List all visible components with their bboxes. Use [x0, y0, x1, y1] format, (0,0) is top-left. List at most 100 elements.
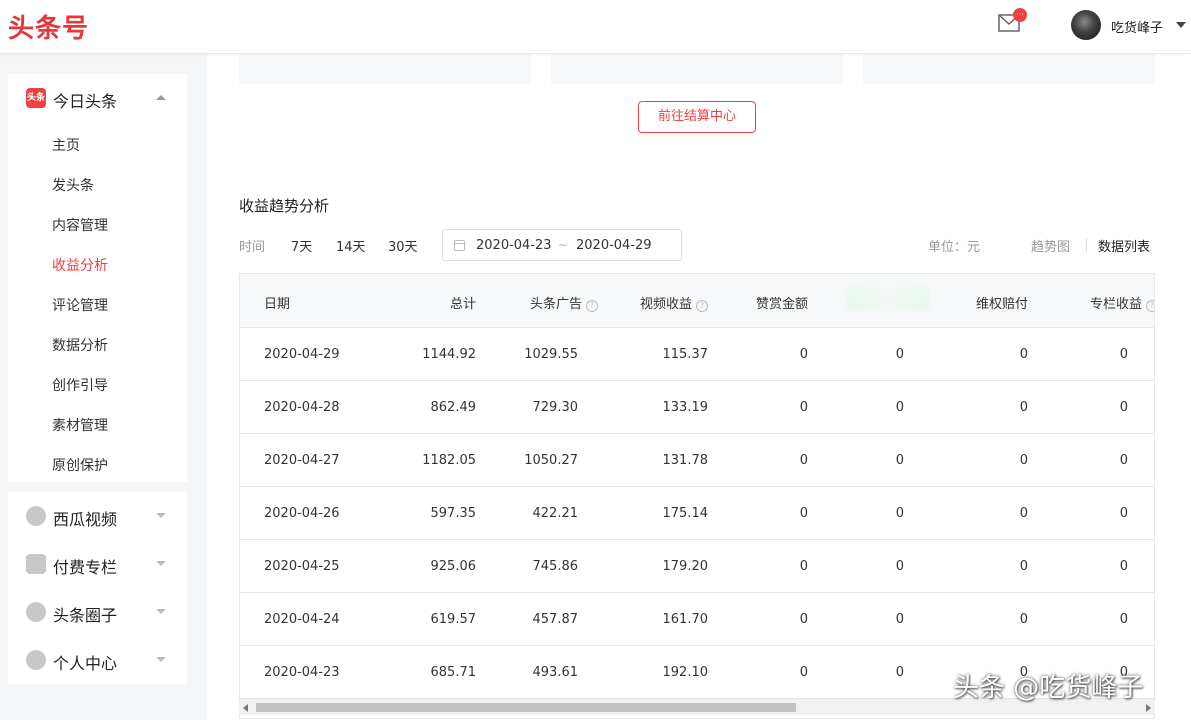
sidebar-group-label: 西瓜视频 — [53, 510, 118, 529]
date-range-picker[interactable]: 2020-04-23 ~ 2020-04-29 — [442, 229, 682, 261]
cell-value: 179.20 — [662, 559, 709, 574]
cell-value: 0 — [1119, 559, 1128, 574]
cell-value: 192.10 — [662, 665, 709, 680]
sidebar-item-post[interactable]: 发头条 — [52, 175, 94, 195]
sidebar-item-original[interactable]: 原创保护 — [52, 455, 108, 475]
cell-value: 0 — [895, 612, 904, 627]
cell-value: 0 — [895, 400, 904, 415]
cell-date: 2020-04-27 — [264, 453, 340, 468]
cell-value: 175.14 — [662, 506, 709, 521]
cell-value: 0 — [799, 400, 808, 415]
scroll-left-icon[interactable] — [243, 704, 248, 712]
document-icon — [26, 554, 46, 574]
cell-date: 2020-04-29 — [264, 347, 340, 362]
cell-value: 115.37 — [662, 347, 709, 362]
cell-value: 0 — [895, 559, 904, 574]
range-7-days[interactable]: 7天 — [291, 236, 312, 255]
cell-value: 0 — [799, 665, 808, 680]
cell-value: 619.57 — [430, 612, 477, 627]
range-14-days[interactable]: 14天 — [336, 236, 366, 255]
main-content: 前往结算中心 收益趋势分析 时间 7天 14天 30天 2020-04-23 ~… — [207, 54, 1191, 720]
cell-value: 0 — [799, 612, 808, 627]
cell-value: 0 — [799, 506, 808, 521]
play-circle-icon — [26, 506, 46, 526]
toutiao-logo[interactable]: 头条号 — [8, 8, 89, 45]
range-30-days[interactable]: 30天 — [388, 236, 418, 255]
cell-value: 0 — [1119, 347, 1128, 362]
sidebar-item-comments[interactable]: 评论管理 — [52, 295, 108, 315]
sidebar: 头条 今日头条 主页 发头条 内容管理 收益分析 评论管理 数据分析 创作引导 … — [0, 54, 207, 720]
table-row: 2020-04-24 619.57 457.87 161.70 0 0 0 0 — [240, 593, 1154, 646]
sidebar-item-data[interactable]: 数据分析 — [52, 335, 108, 355]
cell-value: 1182.05 — [422, 453, 476, 468]
person-icon — [26, 650, 46, 670]
help-icon[interactable]: ? — [696, 300, 708, 312]
revenue-table: 日期 总计 头条广告? 视频收益? 赞赏金额 维权赔付 专栏收益? 2020-0… — [239, 273, 1155, 719]
blurred-column-header — [848, 288, 928, 310]
table-row: 2020-04-29 1144.92 1029.55 115.37 0 0 0 0 — [240, 328, 1154, 381]
table-row: 2020-04-28 862.49 729.30 133.19 0 0 0 0 — [240, 381, 1154, 434]
chevron-up-icon — [156, 95, 166, 100]
sidebar-group-label: 头条圈子 — [53, 606, 118, 625]
scrollbar-thumb[interactable] — [256, 703, 796, 712]
cell-value: 685.71 — [430, 665, 477, 680]
cell-value: 131.78 — [662, 453, 709, 468]
unit-label: 单位：元 — [928, 240, 981, 255]
cell-date: 2020-04-24 — [264, 612, 340, 627]
stat-card — [551, 54, 843, 84]
cell-value: 0 — [1019, 453, 1028, 468]
cell-value: 0 — [895, 453, 904, 468]
view-trend-chart[interactable]: 趋势图 — [1031, 236, 1070, 255]
circle-icon — [26, 602, 46, 622]
cell-value: 925.06 — [430, 559, 477, 574]
sidebar-group-label: 付费专栏 — [53, 558, 118, 577]
view-data-list[interactable]: 数据列表 — [1098, 236, 1150, 255]
cell-value: 0 — [1019, 347, 1028, 362]
settlement-center-button[interactable]: 前往结算中心 — [638, 101, 756, 133]
sidebar-group-head-toutiao[interactable]: 头条 今日头条 — [8, 74, 187, 122]
cell-value: 0 — [895, 665, 904, 680]
column-video-revenue: 视频收益? — [640, 293, 708, 312]
help-icon[interactable]: ? — [586, 300, 598, 312]
chevron-down-icon — [156, 561, 166, 566]
cell-value: 0 — [799, 559, 808, 574]
sidebar-item-home[interactable]: 主页 — [52, 135, 80, 155]
chevron-down-icon[interactable] — [1176, 22, 1186, 28]
cell-date: 2020-04-26 — [264, 506, 340, 521]
help-icon[interactable]: ? — [1146, 300, 1154, 312]
calendar-icon — [454, 240, 465, 251]
sidebar-item-revenue[interactable]: 收益分析 — [52, 255, 108, 275]
scroll-right-icon[interactable] — [1146, 704, 1151, 712]
section-title: 收益趋势分析 — [239, 197, 330, 215]
stat-card — [239, 54, 531, 84]
cell-value: 0 — [799, 453, 808, 468]
cell-value: 745.86 — [532, 559, 579, 574]
sidebar-group-xigua[interactable]: 西瓜视频 — [8, 492, 187, 540]
sidebar-item-guide[interactable]: 创作引导 — [52, 375, 108, 395]
cell-value: 0 — [1119, 400, 1128, 415]
time-label: 时间 — [239, 240, 266, 255]
avatar[interactable] — [1071, 10, 1101, 40]
sidebar-item-assets[interactable]: 素材管理 — [52, 415, 108, 435]
sidebar-group-circle[interactable]: 头条圈子 — [8, 588, 187, 636]
sidebar-item-content[interactable]: 内容管理 — [52, 215, 108, 235]
column-column-revenue: 专栏收益? — [1090, 293, 1154, 312]
user-name[interactable]: 吃货峰子 — [1111, 17, 1163, 36]
cell-value: 0 — [1019, 559, 1028, 574]
toutiao-icon: 头条 — [26, 88, 46, 108]
cell-value: 457.87 — [532, 612, 579, 627]
cell-value: 729.30 — [532, 400, 579, 415]
chevron-down-icon — [156, 657, 166, 662]
column-total: 总计 — [449, 297, 476, 312]
cell-value: 1050.27 — [524, 453, 578, 468]
date-start: 2020-04-23 — [476, 238, 552, 253]
sidebar-group-column[interactable]: 付费专栏 — [8, 540, 187, 588]
cell-value: 0 — [1019, 506, 1028, 521]
date-separator: ~ — [558, 238, 569, 252]
cell-value: 0 — [895, 506, 904, 521]
cell-value: 862.49 — [430, 400, 477, 415]
cell-value: 161.70 — [662, 612, 709, 627]
sidebar-group-profile[interactable]: 个人中心 — [8, 636, 187, 684]
mail-badge: ··· — [1013, 8, 1027, 22]
column-tips: 赞赏金额 — [755, 297, 808, 312]
